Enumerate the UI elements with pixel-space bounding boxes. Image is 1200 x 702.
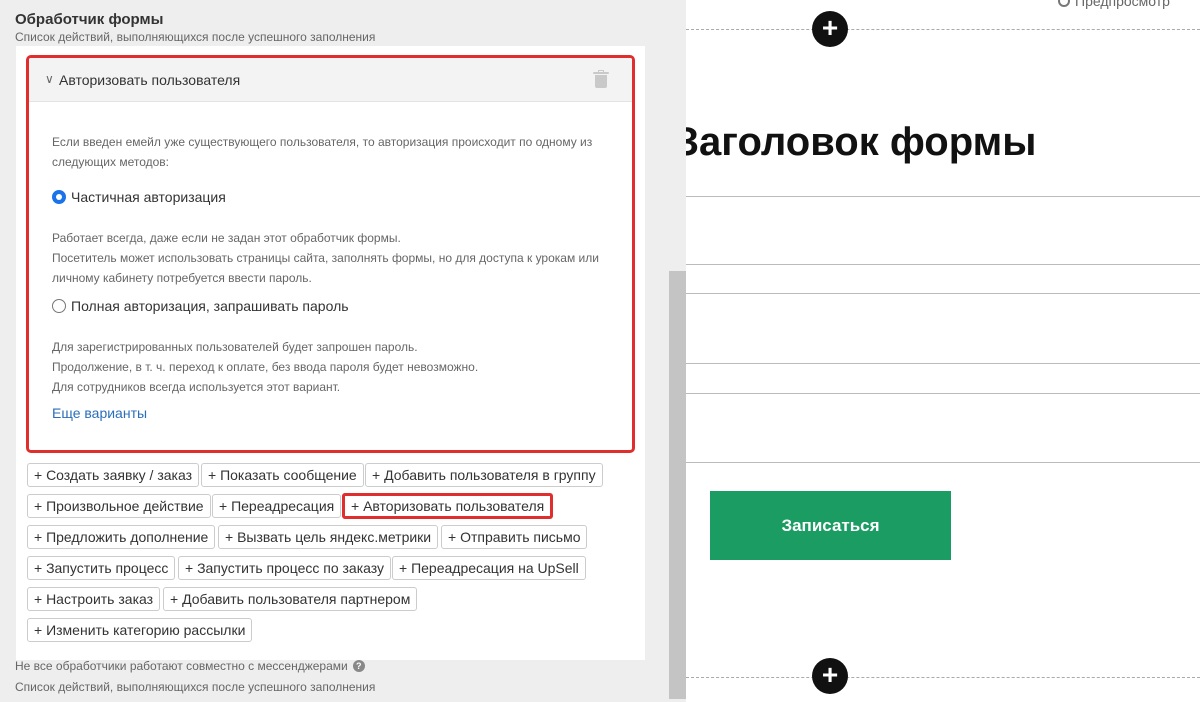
- auth-intro-line2: следующих методов:: [52, 155, 170, 169]
- show-message-button[interactable]: + Показать сообщение: [201, 463, 364, 487]
- start-order-process-button[interactable]: + Запустить процесс по заказу: [178, 556, 392, 580]
- radio-full-auth-control[interactable]: [52, 299, 66, 313]
- panel-title: Обработчик формы: [15, 11, 164, 28]
- full-auth-desc2: Продолжение, в т. ч. переход к оплате, б…: [52, 360, 479, 374]
- authorize-user-title: Авторизовать пользователя: [59, 72, 241, 88]
- auth-intro-line1: Если введен емейл уже существующего поль…: [52, 135, 593, 149]
- partial-auth-desc2: Посетитель может использовать страницы с…: [52, 251, 599, 265]
- add-user-partner-button[interactable]: + Добавить пользователя партнером: [163, 587, 418, 611]
- messenger-note: Не все обработчики работают совместно с …: [15, 659, 365, 673]
- redirect-button[interactable]: + Переадресация: [212, 494, 342, 518]
- field-line: [686, 393, 1200, 394]
- start-process-button[interactable]: + Запустить процесс: [27, 556, 176, 580]
- field-line: [686, 264, 1200, 265]
- change-mailing-category-button[interactable]: + Изменить категорию рассылки: [27, 618, 253, 642]
- radio-full-auth-label[interactable]: Полная авторизация, запрашивать пароль: [71, 298, 349, 314]
- create-order-button[interactable]: + Создать заявку / заказ: [27, 463, 200, 487]
- redirect-upsell-button[interactable]: + Переадресация на UpSell: [392, 556, 586, 580]
- panel-subtitle: Список действий, выполняющихся после усп…: [15, 30, 376, 44]
- messenger-note-text: Не все обработчики работают совместно с …: [15, 659, 348, 673]
- authorize-user-header[interactable]: ∨ Авторизовать пользователя: [29, 58, 632, 102]
- preview-link-label[interactable]: Предпросмотр: [1075, 0, 1170, 9]
- field-line: [686, 363, 1200, 364]
- partial-auth-desc3: личному кабинету потребуется ввести паро…: [52, 271, 312, 285]
- radio-partial-auth-label[interactable]: Частичная авторизация: [71, 189, 226, 205]
- configure-order-button[interactable]: + Настроить заказ: [27, 587, 161, 611]
- trash-icon[interactable]: [593, 70, 609, 88]
- full-auth-desc1: Для зарегистрированных пользователей буд…: [52, 340, 418, 354]
- submit-button[interactable]: Записаться: [710, 491, 951, 560]
- send-email-button[interactable]: + Отправить письмо: [441, 525, 588, 549]
- add-block-bottom-icon[interactable]: +: [812, 658, 848, 694]
- section-divider-top: [686, 29, 1200, 30]
- scrollbar-thumb[interactable]: [669, 271, 686, 699]
- form-preview: Предпросмотр + Заголовок формы Записатьс…: [686, 0, 1200, 702]
- section-divider-bottom: [686, 677, 1200, 678]
- preview-link[interactable]: Предпросмотр: [1058, 0, 1170, 9]
- preview-icon[interactable]: [1058, 0, 1070, 7]
- chevron-down-icon[interactable]: ∨: [45, 72, 54, 86]
- authorize-user-button[interactable]: + Авторизовать пользователя: [342, 493, 554, 519]
- field-line: [686, 196, 1200, 197]
- partial-auth-desc1: Работает всегда, даже если не задан этот…: [52, 231, 401, 245]
- yandex-metrica-goal-button[interactable]: + Вызвать цель яндекс.метрики: [218, 525, 439, 549]
- radio-partial-auth-control[interactable]: [52, 190, 66, 204]
- footer-subtitle: Список действий, выполняющихся после усп…: [15, 680, 376, 694]
- field-line: [686, 293, 1200, 294]
- add-user-to-group-button[interactable]: + Добавить пользователя в группу: [365, 463, 603, 487]
- add-block-top-icon[interactable]: +: [812, 11, 848, 47]
- field-line: [686, 462, 1200, 463]
- custom-action-button[interactable]: + Произвольное действие: [27, 494, 211, 518]
- form-heading: Заголовок формы: [686, 120, 1037, 164]
- more-options-link[interactable]: Еще варианты: [52, 405, 147, 421]
- authorize-user-block: ∨ Авторизовать пользователя Если введен …: [26, 55, 635, 453]
- form-handler-panel: Обработчик формы Список действий, выполн…: [0, 0, 686, 702]
- offer-addon-button[interactable]: + Предложить дополнение: [27, 525, 216, 549]
- help-icon[interactable]: ?: [352, 660, 365, 672]
- full-auth-desc3: Для сотрудников всегда используется этот…: [52, 380, 341, 394]
